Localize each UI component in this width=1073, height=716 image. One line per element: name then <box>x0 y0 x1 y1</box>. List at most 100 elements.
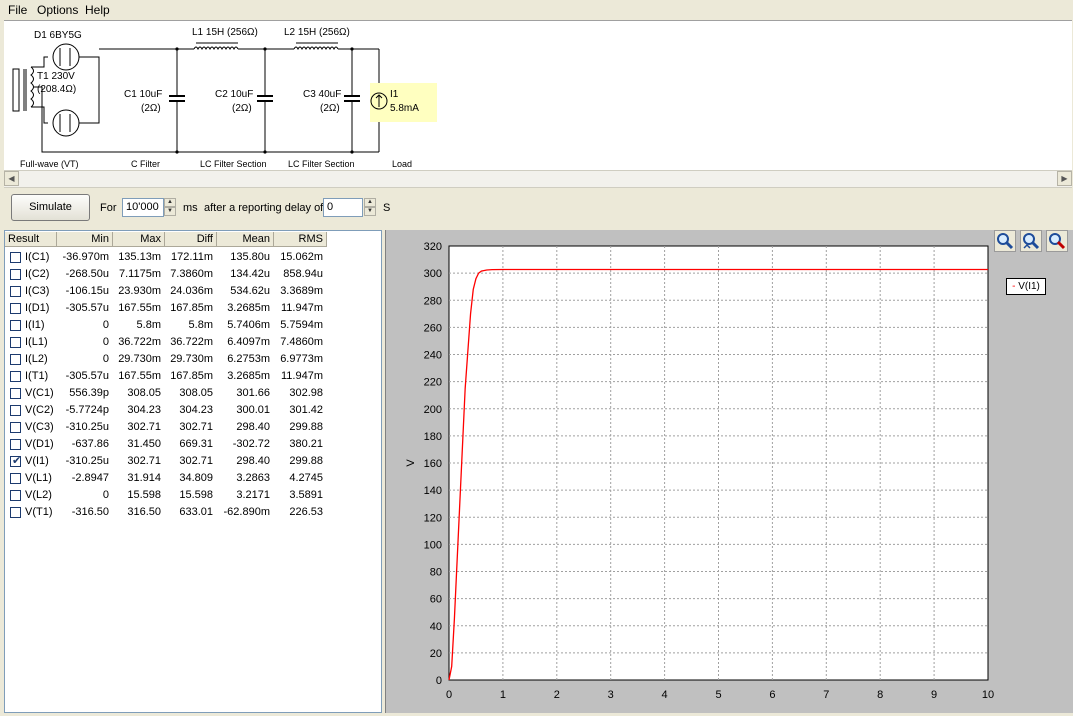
result-checkbox[interactable] <box>10 507 21 518</box>
result-min: 0 <box>102 353 109 365</box>
scroll-right-icon[interactable]: ▶ <box>1057 171 1072 186</box>
result-name: I(L1) <box>25 336 48 348</box>
result-checkbox[interactable] <box>10 490 21 501</box>
result-checkbox[interactable] <box>10 337 21 348</box>
table-row[interactable]: I(D1) -305.57u 167.55m 167.85m 3.2685m 11.947… <box>5 300 381 317</box>
y-tick-label: 300 <box>424 268 442 280</box>
result-name: I(C1) <box>25 251 50 263</box>
col-diff[interactable]: Diff <box>165 232 217 247</box>
result-checkbox[interactable] <box>10 388 21 399</box>
delay-spinner[interactable]: ▲ ▼ <box>364 198 376 217</box>
scroll-left-icon[interactable]: ◀ <box>4 171 19 186</box>
x-tick-label: 1 <box>500 689 506 701</box>
result-min: -268.50u <box>65 268 109 280</box>
table-row[interactable]: I(C1) -36.970m 135.13m 172.11m 135.80u 15.062… <box>5 249 381 266</box>
table-row[interactable]: V(C2) -5.7724p 304.23 304.23 300.01 301.42 <box>5 402 381 419</box>
table-row[interactable]: I(C3) -106.15u 23.930m 24.036m 534.62u 3.3689… <box>5 283 381 300</box>
result-min: -316.50 <box>71 506 109 518</box>
table-row[interactable]: I(L1) 0 36.722m 36.722m 6.4097m 7.4860m <box>5 334 381 351</box>
result-rms: 4.2745 <box>289 472 323 484</box>
table-row[interactable]: ✔ V(I1) -310.25u 302.71 302.71 298.40 299.88 <box>5 453 381 470</box>
result-max: 23.930m <box>118 285 161 297</box>
y-tick-label: 140 <box>424 485 442 497</box>
result-min: 556.39p <box>69 387 109 399</box>
c3-res: (2Ω) <box>320 103 340 114</box>
result-checkbox[interactable]: ✔ <box>10 455 21 467</box>
t1-label: T1 230V <box>37 71 75 82</box>
result-diff: 302.71 <box>179 455 213 467</box>
spin-down-icon[interactable]: ▼ <box>364 207 376 216</box>
col-mean[interactable]: Mean <box>217 232 274 247</box>
result-diff: 24.036m <box>170 285 213 297</box>
col-min[interactable]: Min <box>57 232 113 247</box>
y-tick-label: 180 <box>424 431 442 443</box>
table-row[interactable]: I(L2) 0 29.730m 29.730m 6.2753m 6.9773m <box>5 351 381 368</box>
table-row[interactable]: I(I1) 0 5.8m 5.8m 5.7406m 5.7594m <box>5 317 381 334</box>
spin-up-icon[interactable]: ▲ <box>164 198 176 207</box>
zoom-reset-icon[interactable] <box>1046 230 1068 252</box>
result-checkbox[interactable] <box>10 405 21 416</box>
x-tick-label: 7 <box>823 689 829 701</box>
spin-up-icon[interactable]: ▲ <box>364 198 376 207</box>
section-label: LC Filter Section <box>200 159 267 169</box>
result-name: I(C3) <box>25 285 50 297</box>
result-checkbox[interactable] <box>10 269 21 280</box>
result-max: 15.598 <box>127 489 161 501</box>
simulate-button[interactable]: Simulate <box>11 194 90 221</box>
result-name: V(T1) <box>25 506 53 518</box>
result-checkbox[interactable] <box>10 286 21 297</box>
menu-file[interactable]: File <box>8 3 27 17</box>
y-tick-label: 0 <box>436 675 442 687</box>
table-row[interactable]: V(C3) -310.25u 302.71 302.71 298.40 299.88 <box>5 419 381 436</box>
result-rms: 7.4860m <box>280 336 323 348</box>
result-min: 0 <box>102 336 109 348</box>
delay-input[interactable]: 0 <box>323 198 363 217</box>
duration-spinner[interactable]: ▲ ▼ <box>164 198 176 217</box>
table-row[interactable]: V(D1) -637.86 31.450 669.31 -302.72 380.21 <box>5 436 381 453</box>
duration-input[interactable]: 10'000 <box>122 198 164 217</box>
result-min: 0 <box>102 489 109 501</box>
table-row[interactable]: V(L1) -2.8947 31.914 34.809 3.2863 4.2745 <box>5 470 381 487</box>
menu-help[interactable]: Help <box>85 3 110 17</box>
spin-down-icon[interactable]: ▼ <box>164 207 176 216</box>
result-checkbox[interactable] <box>10 320 21 331</box>
result-max: 36.722m <box>118 336 161 348</box>
zoom-out-icon[interactable] <box>1020 230 1042 252</box>
col-max[interactable]: Max <box>113 232 165 247</box>
result-mean: 3.2863 <box>236 472 270 484</box>
result-diff: 7.3860m <box>170 268 213 280</box>
result-min: -637.86 <box>71 438 109 450</box>
x-tick-label: 0 <box>446 689 452 701</box>
y-tick-label: 100 <box>424 539 442 551</box>
result-checkbox[interactable] <box>10 252 21 263</box>
result-min: -5.7724p <box>65 404 109 416</box>
table-row[interactable]: V(L2) 0 15.598 15.598 3.2171 3.5891 <box>5 487 381 504</box>
result-min: -310.25u <box>65 421 109 433</box>
t1-res: (208.4Ω) <box>37 84 76 95</box>
c1-res: (2Ω) <box>141 103 161 114</box>
result-max: 304.23 <box>127 404 161 416</box>
zoom-in-icon[interactable] <box>994 230 1016 252</box>
horizontal-scrollbar[interactable]: ◀ ▶ <box>4 170 1072 188</box>
col-result[interactable]: Result <box>5 232 57 247</box>
result-mean: 6.4097m <box>227 336 270 348</box>
result-checkbox[interactable] <box>10 354 21 365</box>
result-min: 0 <box>102 319 109 331</box>
result-checkbox[interactable] <box>10 422 21 433</box>
result-mean: -302.72 <box>232 438 270 450</box>
schematic-canvas: D1 6BY5G T1 230V (208.4Ω) L1 15H (256Ω) … <box>4 20 1072 171</box>
table-row[interactable]: I(C2) -268.50u 7.1175m 7.3860m 134.42u 858.94… <box>5 266 381 283</box>
table-row[interactable]: I(T1) -305.57u 167.55m 167.85m 3.2685m 11.947… <box>5 368 381 385</box>
result-checkbox[interactable] <box>10 303 21 314</box>
result-checkbox[interactable] <box>10 371 21 382</box>
col-rms[interactable]: RMS <box>274 232 327 247</box>
chart-svg: 0 1 2 3 4 5 6 7 8 9 100204060801001201401601802002… <box>405 241 994 701</box>
result-name: I(T1) <box>25 370 49 382</box>
table-row[interactable]: V(T1) -316.50 316.50 633.01 -62.890m 226.53 <box>5 504 381 521</box>
result-checkbox[interactable] <box>10 439 21 450</box>
y-tick-label: 320 <box>424 241 442 253</box>
menu-options[interactable]: Options <box>37 3 78 17</box>
result-checkbox[interactable] <box>10 473 21 484</box>
table-row[interactable]: V(C1) 556.39p 308.05 308.05 301.66 302.98 <box>5 385 381 402</box>
result-rms: 3.3689m <box>280 285 323 297</box>
